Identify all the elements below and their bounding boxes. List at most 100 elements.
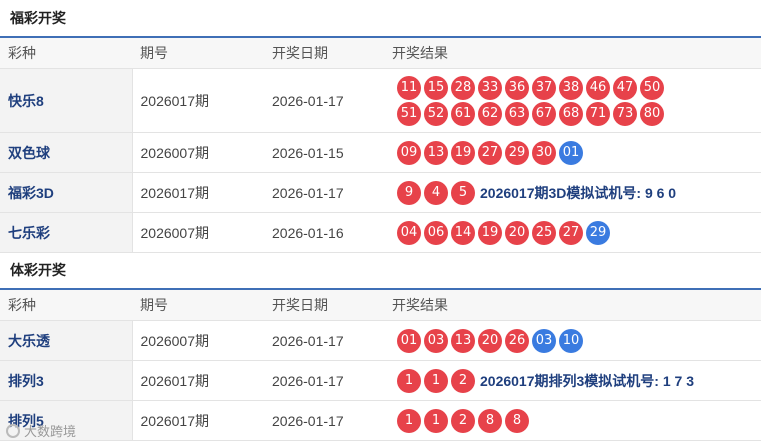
red-ball: 19 bbox=[478, 220, 502, 245]
fucai-section-title: 福彩开奖 bbox=[10, 10, 66, 26]
red-ball: 50 bbox=[640, 75, 664, 100]
red-ball: 71 bbox=[586, 101, 610, 126]
issue-cell: 2026007期 bbox=[132, 320, 264, 361]
red-ball: 04 bbox=[397, 220, 421, 245]
table-row: 福彩3D 2026017期 2026-01-17 9 4 5 2026017期3D模拟… bbox=[0, 172, 761, 213]
fucai-section: 福彩开奖 彩种 期号 开奖日期 开奖结果 快乐8 2026017期 2026-0… bbox=[0, 0, 761, 253]
red-ball: 1 bbox=[397, 408, 421, 433]
ticai-table: 彩种 期号 开奖日期 开奖结果 大乐透 2026007期 2026-01-17 … bbox=[0, 288, 761, 441]
col-header-result: 开奖结果 bbox=[384, 288, 761, 321]
watermark: 大数跨境 bbox=[6, 421, 76, 440]
col-header-result: 开奖结果 bbox=[384, 36, 761, 69]
red-ball: 2 bbox=[451, 408, 475, 433]
date-cell: 2026-01-15 bbox=[264, 132, 384, 173]
lottery-name-link[interactable]: 大乐透 bbox=[0, 320, 133, 361]
lottery-name-link[interactable]: 七乐彩 bbox=[0, 212, 133, 253]
date-cell: 2026-01-17 bbox=[264, 400, 384, 441]
ticai-section-title: 体彩开奖 bbox=[10, 262, 66, 278]
result-cell: 1 1 2 2026017期排列3模拟试机号: 1 7 3 bbox=[384, 360, 761, 401]
lottery-name-link[interactable]: 双色球 bbox=[0, 132, 133, 173]
red-ball: 30 bbox=[532, 140, 556, 165]
red-ball: 29 bbox=[505, 140, 529, 165]
red-ball: 4 bbox=[424, 180, 448, 205]
date-cell: 2026-01-17 bbox=[264, 320, 384, 361]
issue-cell: 2026017期 bbox=[132, 360, 264, 401]
red-ball: 37 bbox=[532, 75, 556, 100]
result-cell: 11288 bbox=[384, 400, 761, 441]
table-row: 双色球 2026007期 2026-01-15 09 13 19 27 29 30 01 bbox=[0, 132, 761, 173]
col-header-date: 开奖日期 bbox=[264, 36, 384, 69]
result-cell: 9 4 5 2026017期3D模拟试机号: 9 6 0 bbox=[384, 172, 761, 213]
red-ball: 62 bbox=[478, 101, 502, 126]
red-ball: 09 bbox=[397, 140, 421, 165]
red-ball: 9 bbox=[397, 180, 421, 205]
blue-ball: 03 bbox=[532, 328, 556, 353]
result-cell: 01 03 13 20 26 03 10 bbox=[384, 320, 761, 361]
red-ball: 73 bbox=[613, 101, 637, 126]
date-cell: 2026-01-17 bbox=[264, 68, 384, 133]
fucai-header-row: 彩种 期号 开奖日期 开奖结果 bbox=[0, 36, 761, 69]
red-ball: 61 bbox=[451, 101, 475, 126]
ticai-section: 体彩开奖 彩种 期号 开奖日期 开奖结果 大乐透 2026007期 2026-0… bbox=[0, 253, 761, 441]
ticai-header-row: 彩种 期号 开奖日期 开奖结果 bbox=[0, 288, 761, 321]
result-cell: 04 06 14 19 20 25 27 29 bbox=[384, 212, 761, 253]
table-row: 快乐8 2026017期 2026-01-17 11 15 28 33 36 37 38 46… bbox=[0, 68, 761, 133]
red-ball: 8 bbox=[505, 408, 529, 433]
blue-ball: 10 bbox=[559, 328, 583, 353]
watermark-logo-icon bbox=[6, 423, 20, 438]
table-row: 排列3 2026017期 2026-01-17 1 1 2 2026017期排列3模拟… bbox=[0, 360, 761, 401]
red-ball: 25 bbox=[532, 220, 556, 245]
red-ball: 5 bbox=[451, 180, 475, 205]
red-ball: 36 bbox=[505, 75, 529, 100]
red-ball: 27 bbox=[478, 140, 502, 165]
red-ball: 27 bbox=[559, 220, 583, 245]
result-cell: 09 13 19 27 29 30 01 bbox=[384, 132, 761, 173]
red-ball: 1 bbox=[397, 368, 421, 393]
lottery-name-link[interactable]: 福彩3D bbox=[0, 172, 133, 213]
issue-cell: 2026007期 bbox=[132, 212, 264, 253]
red-ball: 14 bbox=[451, 220, 475, 245]
red-ball: 38 bbox=[559, 75, 583, 100]
red-ball: 15 bbox=[424, 75, 448, 100]
table-row: 七乐彩 2026007期 2026-01-16 04 06 14 19 20 25 27 29 bbox=[0, 212, 761, 253]
issue-cell: 2026017期 bbox=[132, 172, 264, 213]
red-ball: 68 bbox=[559, 101, 583, 126]
col-header-issue: 期号 bbox=[132, 288, 264, 321]
red-ball: 67 bbox=[532, 101, 556, 126]
red-ball: 80 bbox=[640, 101, 664, 126]
red-ball: 11 bbox=[397, 75, 421, 100]
red-ball: 13 bbox=[451, 328, 475, 353]
red-ball: 26 bbox=[505, 328, 529, 353]
date-cell: 2026-01-17 bbox=[264, 172, 384, 213]
red-ball: 19 bbox=[451, 140, 475, 165]
col-header-issue: 期号 bbox=[132, 36, 264, 69]
result-cell: 11 15 28 33 36 37 38 46 47 50 51 52 61 62 63 67 68 71 73 80 bbox=[384, 68, 761, 133]
blue-ball: 29 bbox=[586, 220, 610, 245]
red-ball: 33 bbox=[478, 75, 502, 100]
red-ball: 28 bbox=[451, 75, 475, 100]
red-ball: 03 bbox=[424, 328, 448, 353]
lottery-name-link[interactable]: 排列3 bbox=[0, 360, 133, 401]
col-header-type: 彩种 bbox=[0, 288, 132, 321]
lottery-name-link[interactable]: 快乐8 bbox=[0, 68, 133, 133]
red-ball: 20 bbox=[505, 220, 529, 245]
red-ball: 2 bbox=[451, 368, 475, 393]
red-ball: 52 bbox=[424, 101, 448, 126]
issue-cell: 2026017期 bbox=[132, 68, 264, 133]
red-ball: 47 bbox=[613, 75, 637, 100]
col-header-type: 彩种 bbox=[0, 36, 132, 69]
red-ball: 51 bbox=[397, 101, 421, 126]
date-cell: 2026-01-17 bbox=[264, 360, 384, 401]
red-ball: 1 bbox=[424, 368, 448, 393]
red-ball: 06 bbox=[424, 220, 448, 245]
red-ball: 1 bbox=[424, 408, 448, 433]
red-ball: 01 bbox=[397, 328, 421, 353]
red-ball: 13 bbox=[424, 140, 448, 165]
table-row: 排列5 2026017期 2026-01-17 11288 bbox=[0, 400, 761, 441]
date-cell: 2026-01-16 bbox=[264, 212, 384, 253]
col-header-date: 开奖日期 bbox=[264, 288, 384, 321]
red-ball: 8 bbox=[478, 408, 502, 433]
table-row: 大乐透 2026007期 2026-01-17 01 03 13 20 26 03 10 bbox=[0, 320, 761, 361]
simulated-test-number: 2026017期3D模拟试机号: 9 6 0 bbox=[480, 184, 677, 201]
red-ball: 20 bbox=[478, 328, 502, 353]
